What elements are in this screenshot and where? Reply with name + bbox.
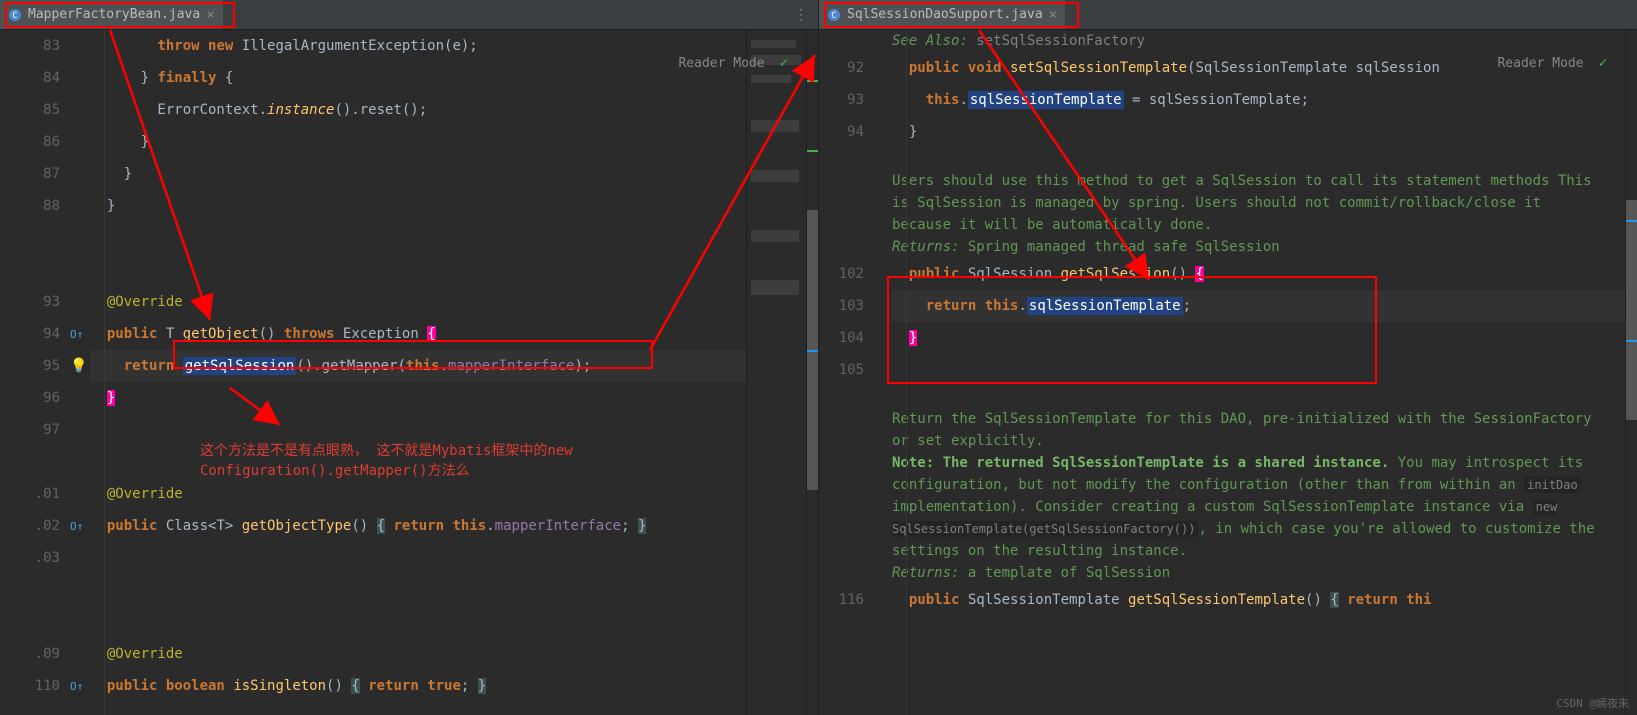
close-icon[interactable]: × xyxy=(206,7,214,23)
override-gutter-icon[interactable]: O↑ xyxy=(70,520,83,533)
javadoc-block: Users should use this method to get a Sq… xyxy=(892,170,1625,258)
code-area-right[interactable]: See Also: setSqlSessionFactory public vo… xyxy=(892,30,1625,715)
tab-overflow-icon[interactable]: ⋮ xyxy=(784,7,818,23)
javadoc-block: Return the SqlSessionTemplate for this D… xyxy=(892,408,1625,584)
minimap[interactable] xyxy=(746,30,806,715)
tab-label: MapperFactoryBean.java xyxy=(28,7,200,22)
line-gutter: 83 84 85 86 87 88 93 94 95 96 97 .01 .02… xyxy=(0,30,70,715)
tab-mapper-factory[interactable]: C MapperFactoryBean.java × xyxy=(0,0,223,29)
right-editor-pane: C SqlSessionDaoSupport.java × Reader Mod… xyxy=(819,0,1637,715)
tab-bar-left: C MapperFactoryBean.java × ⋮ xyxy=(0,0,818,30)
code-area-left[interactable]: throw new IllegalArgumentException(e); }… xyxy=(90,30,746,715)
indent-guide xyxy=(104,30,105,715)
tab-label: SqlSessionDaoSupport.java xyxy=(847,7,1043,22)
svg-text:C: C xyxy=(12,11,17,21)
watermark: CSDN @嫣夜来 xyxy=(1556,695,1629,711)
java-class-icon: C xyxy=(827,8,841,22)
scrollbar-vertical[interactable] xyxy=(1625,30,1637,715)
svg-text:C: C xyxy=(831,11,836,21)
tab-sqlsession-dao[interactable]: C SqlSessionDaoSupport.java × xyxy=(819,0,1065,29)
scrollbar-vertical[interactable] xyxy=(806,30,818,715)
reader-mode-indicator[interactable]: Reader Mode ✓ xyxy=(678,55,788,71)
editor-body-right[interactable]: 92 93 94 102 103 104 105 116 xyxy=(819,30,1637,715)
close-icon[interactable]: × xyxy=(1049,7,1057,23)
left-editor-pane: C MapperFactoryBean.java × ⋮ Reader Mode… xyxy=(0,0,819,715)
reader-mode-label: Reader Mode xyxy=(678,56,764,71)
reader-mode-indicator[interactable]: Reader Mode ✓ xyxy=(1497,55,1607,71)
gutter-icons xyxy=(874,30,892,715)
java-class-icon: C xyxy=(8,8,22,22)
check-icon: ✓ xyxy=(1599,55,1607,71)
line-gutter: 92 93 94 102 103 104 105 116 xyxy=(819,30,874,715)
override-gutter-icon[interactable]: O↑ xyxy=(70,328,83,341)
gutter-icons: O↑ 💡 O↑ O↑ xyxy=(70,30,90,715)
override-gutter-icon[interactable]: O↑ xyxy=(70,680,83,693)
indent-guide xyxy=(906,30,907,715)
bulb-icon[interactable]: 💡 xyxy=(70,358,87,374)
check-icon: ✓ xyxy=(780,55,788,71)
chinese-annotation: 这个方法是不是有点眼熟， 这不就是Mybatis框架中的new Configur… xyxy=(200,440,746,480)
editor-body-left[interactable]: 83 84 85 86 87 88 93 94 95 96 97 .01 .02… xyxy=(0,30,818,715)
scrollbar-thumb[interactable] xyxy=(1626,200,1637,420)
reader-mode-label: Reader Mode xyxy=(1497,56,1583,71)
tab-bar-right: C SqlSessionDaoSupport.java × xyxy=(819,0,1637,30)
